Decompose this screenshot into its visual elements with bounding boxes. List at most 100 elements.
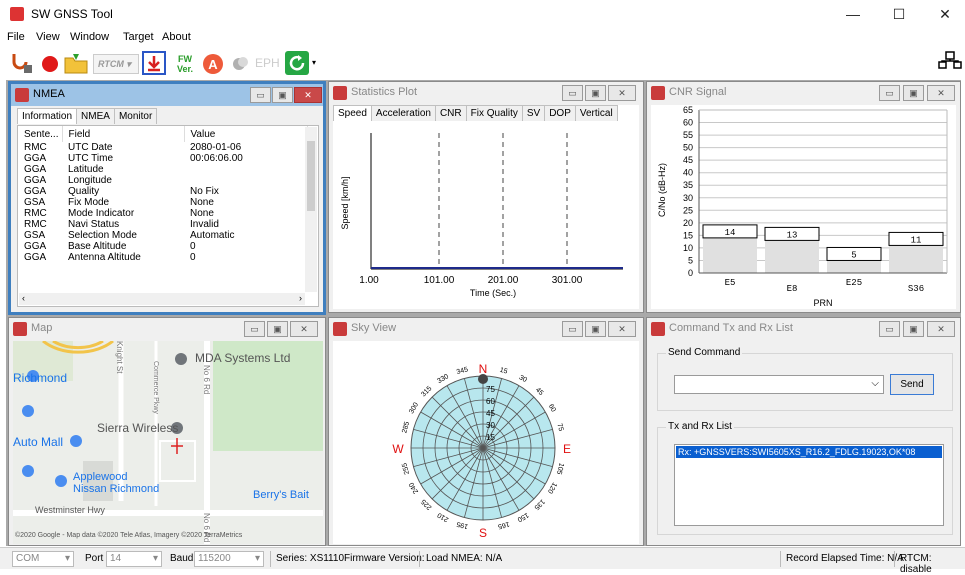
record-icon[interactable]: [37, 50, 63, 76]
skyview-titlebar[interactable]: Sky View ▭ ▣ ✕: [329, 318, 643, 340]
cnr-bar-value: 14: [725, 228, 736, 238]
command-combobox[interactable]: ⌵: [674, 375, 884, 394]
table-row[interactable]: RMC Mode Indicator None: [18, 208, 308, 219]
cnr-minimize-button[interactable]: ▭: [879, 85, 900, 101]
tab-nmea[interactable]: NMEA: [76, 108, 115, 124]
tab-monitor[interactable]: Monitor: [113, 108, 158, 124]
menu-about[interactable]: About: [162, 31, 191, 43]
tab-information[interactable]: Information: [17, 108, 78, 124]
horizontal-scrollbar[interactable]: ‹ ›: [19, 293, 305, 305]
tab-dop[interactable]: DOP: [544, 105, 576, 121]
map-minimize-button[interactable]: ▭: [244, 321, 265, 337]
menu-target[interactable]: Target: [123, 31, 154, 43]
cnr-close-button[interactable]: ✕: [927, 85, 955, 101]
maximize-button[interactable]: ☐: [876, 0, 922, 29]
map-restore-button[interactable]: ▣: [267, 321, 288, 337]
tab-vertical[interactable]: Vertical: [574, 105, 618, 121]
agps-icon[interactable]: A: [200, 50, 226, 76]
cell: RMC: [24, 142, 47, 153]
map-view[interactable]: MDA Systems Ltd Richmond Sierra Wireless…: [13, 341, 323, 544]
azimuth-label: 225: [420, 498, 433, 511]
map-label-knight: Knight St: [115, 341, 124, 374]
table-row[interactable]: GGA UTC Time 00:06:06.00: [18, 153, 308, 164]
open-folder-icon[interactable]: [63, 50, 89, 76]
tab-cnr[interactable]: CNR: [434, 105, 467, 121]
nmea-minimize-button[interactable]: ▭: [250, 87, 271, 103]
statistics-minimize-button[interactable]: ▭: [562, 85, 583, 101]
toolbar: RTCM ▾ FW Ver. A EPH ▾: [0, 46, 965, 79]
download-icon[interactable]: [141, 50, 167, 76]
network-icon[interactable]: [938, 50, 962, 70]
menu-window[interactable]: Window: [70, 31, 109, 43]
tab-fix-quality[interactable]: Fix Quality: [465, 105, 523, 121]
nmea-restore-button[interactable]: ▣: [272, 87, 293, 103]
menu-bar: File View Window Target About: [0, 29, 965, 46]
col-sentence[interactable]: Sente...: [18, 126, 63, 142]
statistics-titlebar[interactable]: Statistics Plot ▭ ▣ ✕: [329, 82, 643, 104]
minimize-button[interactable]: —: [830, 0, 876, 29]
refresh-icon[interactable]: [284, 50, 310, 76]
cnr-restore-button[interactable]: ▣: [903, 85, 924, 101]
vertical-scrollbar[interactable]: [305, 127, 317, 292]
map-title: Map: [31, 322, 53, 334]
nmea-list[interactable]: Sente... Field Value RMC UTC Date 2080-01-…: [17, 125, 319, 307]
statistics-restore-button[interactable]: ▣: [585, 85, 606, 101]
eph-button[interactable]: EPH: [255, 56, 283, 82]
connect-icon[interactable]: [8, 50, 34, 76]
skyview-minimize-button[interactable]: ▭: [562, 321, 583, 337]
tx-rx-list[interactable]: Rx: +GNSSVERS:SWI5605XS_R16.2_FDLG.19023…: [674, 444, 944, 526]
command-minimize-button[interactable]: ▭: [879, 321, 900, 337]
rtcm-status-text: RTCM: disable: [900, 553, 932, 575]
send-button[interactable]: Send: [890, 374, 934, 395]
tx-rx-label: Tx and Rx List: [666, 421, 734, 432]
tab-acceleration[interactable]: Acceleration: [370, 105, 436, 121]
port-select[interactable]: 14 ▾: [106, 551, 162, 567]
series-text: Series: XS1110: [276, 553, 345, 564]
cnr-titlebar[interactable]: CNR Signal ▭ ▣ ✕: [647, 82, 960, 104]
list-item[interactable]: Rx: +GNSSVERS:SWI5605XS_R16.2_FDLG.19023…: [676, 446, 942, 458]
close-button[interactable]: ✕: [922, 0, 965, 29]
combobox-chevron-down-icon[interactable]: ⌵: [871, 378, 879, 389]
fw-version-button[interactable]: FW Ver.: [172, 54, 198, 80]
menu-file[interactable]: File: [7, 31, 25, 43]
elevation-label: 75: [486, 385, 495, 394]
table-row[interactable]: GSA Fix Mode None: [18, 197, 308, 208]
table-row[interactable]: GGA Base Altitude 0: [18, 241, 308, 252]
cnr-category-label: E25: [846, 278, 862, 288]
scroll-right-icon[interactable]: ›: [299, 293, 302, 303]
satellite-icon[interactable]: [228, 50, 254, 76]
table-row[interactable]: GGA Longitude: [18, 175, 308, 186]
y-tick-label: 25: [683, 205, 693, 215]
map-close-button[interactable]: ✕: [290, 321, 318, 337]
scroll-left-icon[interactable]: ‹: [22, 293, 25, 303]
nmea-titlebar[interactable]: NMEA ▭ ▣ ✕: [11, 84, 323, 106]
rtcm-button[interactable]: RTCM ▾: [93, 54, 139, 74]
command-titlebar[interactable]: Command Tx and Rx List ▭ ▣ ✕: [647, 318, 960, 340]
col-field[interactable]: Field: [62, 126, 185, 142]
tab-sv[interactable]: SV: [521, 105, 546, 121]
skyview-restore-button[interactable]: ▣: [585, 321, 606, 337]
tab-speed[interactable]: Speed: [333, 105, 372, 121]
command-restore-button[interactable]: ▣: [903, 321, 924, 337]
skyview-close-button[interactable]: ✕: [608, 321, 636, 337]
statistics-close-button[interactable]: ✕: [608, 85, 636, 101]
refresh-dropdown-icon[interactable]: ▾: [312, 58, 316, 67]
command-close-button[interactable]: ✕: [927, 321, 955, 337]
table-row[interactable]: GGA Latitude: [18, 164, 308, 175]
azimuth-label: 210: [436, 511, 450, 523]
table-row[interactable]: GGA Quality No Fix: [18, 186, 308, 197]
baud-select[interactable]: 115200 ▾: [194, 551, 264, 567]
scroll-thumb[interactable]: [307, 141, 315, 211]
command-window: Command Tx and Rx List ▭ ▣ ✕ Send Comman…: [646, 317, 961, 546]
azimuth-label: 75: [555, 423, 564, 432]
menu-view[interactable]: View: [36, 31, 60, 43]
map-titlebar[interactable]: Map ▭ ▣ ✕: [9, 318, 325, 340]
cell: 0: [190, 241, 196, 252]
table-row[interactable]: RMC UTC Date 2080-01-06: [18, 142, 308, 153]
nmea-close-button[interactable]: ✕: [294, 87, 322, 103]
table-row[interactable]: GGA Antenna Altitude 0: [18, 252, 308, 263]
col-value[interactable]: Value: [184, 126, 308, 142]
com-select[interactable]: COM ▾: [12, 551, 74, 567]
table-row[interactable]: RMC Navi Status Invalid: [18, 219, 308, 230]
table-row[interactable]: GSA Selection Mode Automatic: [18, 230, 308, 241]
